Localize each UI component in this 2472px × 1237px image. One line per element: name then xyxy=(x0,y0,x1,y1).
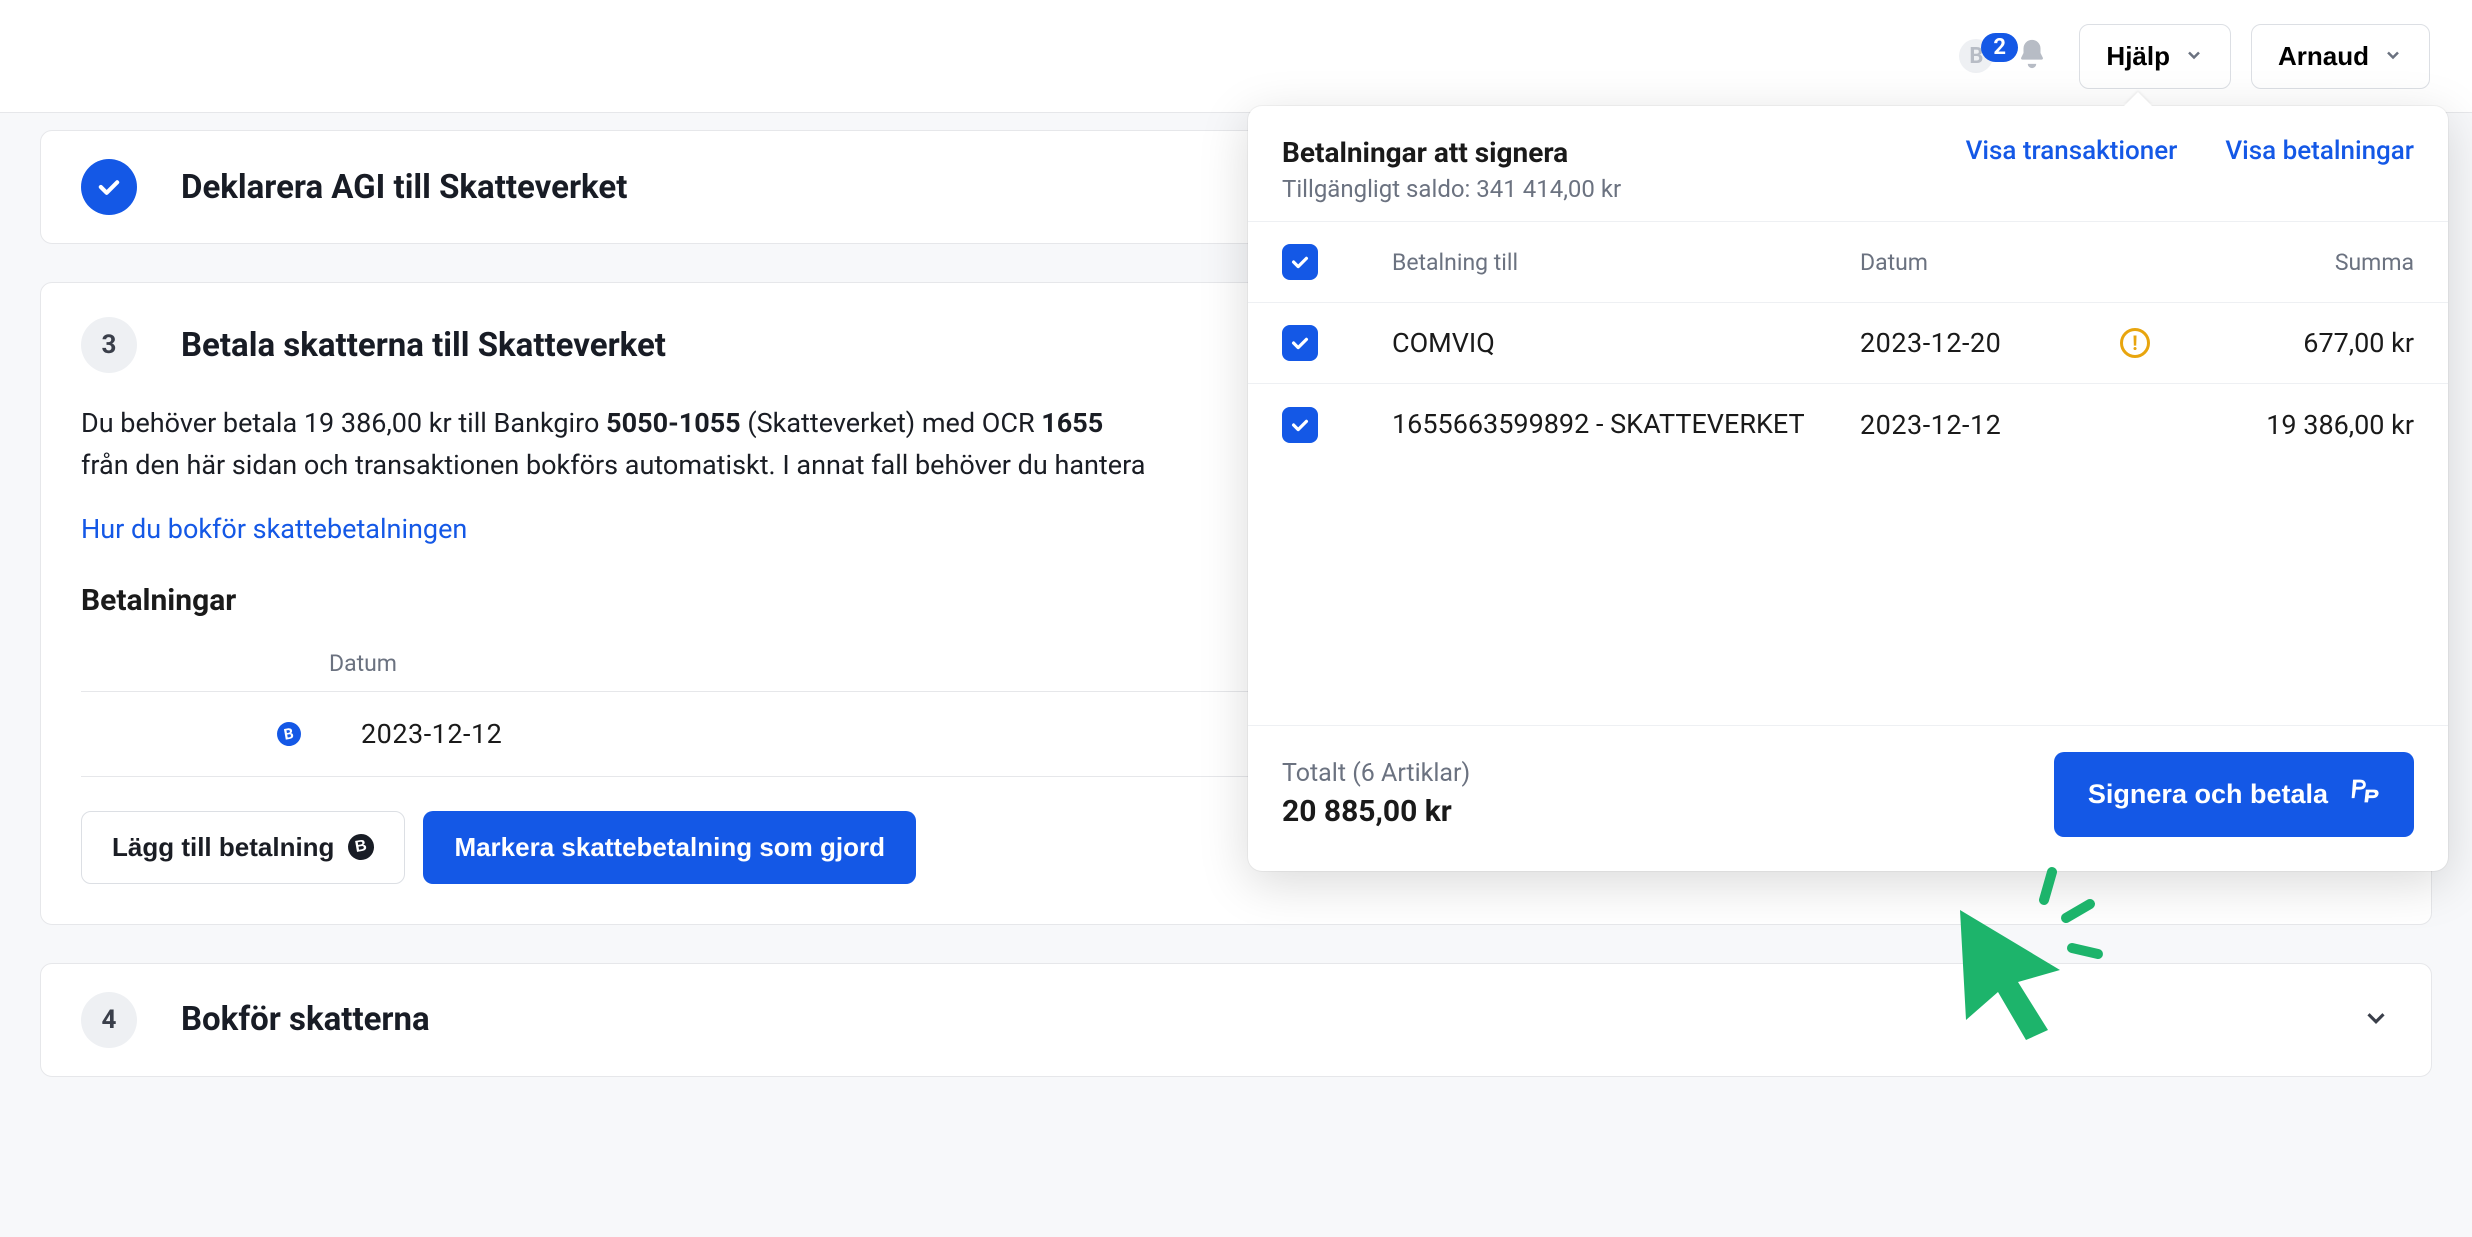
body-prefix: Du behöver betala 19 386,00 kr till Bank… xyxy=(81,407,606,439)
bank-icon: B xyxy=(346,832,376,862)
bell-icon[interactable] xyxy=(2015,37,2049,75)
step-card-4[interactable]: 4 Bokför skatterna xyxy=(40,963,2432,1077)
chevron-down-icon xyxy=(2184,41,2204,72)
popover-caret xyxy=(2124,92,2152,106)
mark-done-button[interactable]: Markera skattebetalning som gjord xyxy=(423,811,916,884)
payments-popover: Betalningar att signera Tillgängligt sal… xyxy=(1248,106,2448,871)
step-title: Bokför skatterna xyxy=(181,1000,430,1039)
select-all-checkbox[interactable] xyxy=(1282,244,1392,280)
body-mid: (Skatteverket) med OCR xyxy=(741,407,1042,439)
help-button[interactable]: Hjälp xyxy=(2079,24,2231,89)
chevron-down-icon xyxy=(2361,1003,2391,1037)
popover-header: Betalningar att signera Tillgängligt sal… xyxy=(1248,106,2448,221)
check-icon xyxy=(81,159,137,215)
view-payments-link[interactable]: Visa betalningar xyxy=(2225,136,2414,166)
popover-balance: Tillgängligt saldo: 341 414,00 kr xyxy=(1282,175,1621,203)
bankgiro-number: 5050-1055 xyxy=(606,407,741,439)
payment-date: 2023-12-12 xyxy=(361,718,502,750)
popover-links: Visa transaktioner Visa betalningar xyxy=(1966,136,2414,166)
step-number-badge: 4 xyxy=(81,992,137,1048)
step-title: Deklarera AGI till Skatteverket xyxy=(181,168,627,207)
total-label: Totalt (6 Artiklar) xyxy=(1282,759,1470,788)
bankid-icon xyxy=(2346,774,2380,815)
payment-sum: 19 386,00 kr xyxy=(2184,409,2414,441)
total-block: Totalt (6 Artiklar) 20 885,00 kr xyxy=(1282,759,1470,829)
popover-footer: Totalt (6 Artiklar) 20 885,00 kr Signera… xyxy=(1248,725,2448,871)
sign-and-pay-button[interactable]: Signera och betala xyxy=(2054,752,2414,837)
payment-date: 2023-12-20 xyxy=(1860,327,2120,359)
bank-icon: B xyxy=(275,720,303,748)
check-icon xyxy=(1282,244,1318,280)
popover-title-block: Betalningar att signera Tillgängligt sal… xyxy=(1282,136,1621,203)
check-icon xyxy=(1282,325,1318,361)
add-payment-label: Lägg till betalning xyxy=(112,832,334,863)
step-number-badge: 3 xyxy=(81,317,137,373)
payment-row[interactable]: 1655663599892 - SKATTEVERKET 2023-12-12 … xyxy=(1248,383,2448,464)
row-checkbox[interactable] xyxy=(1282,407,1392,443)
view-transactions-link[interactable]: Visa transaktioner xyxy=(1966,136,2178,166)
payment-date: 2023-12-12 xyxy=(1860,409,2120,441)
popover-spacer xyxy=(1248,465,2448,725)
col-sum-label: Summa xyxy=(2184,249,2414,276)
chevron-down-icon xyxy=(2383,41,2403,72)
popover-title: Betalningar att signera xyxy=(1282,136,1621,169)
ocr-number: 1655 xyxy=(1041,407,1103,439)
popover-table-head: Betalning till Datum Summa xyxy=(1248,221,2448,302)
help-link[interactable]: Hur du bokför skattebetalningen xyxy=(81,513,467,545)
step-title: Betala skatterna till Skatteverket xyxy=(181,326,666,365)
warning-icon: ! xyxy=(2120,328,2184,358)
payee-name: 1655663599892 - SKATTEVERKET xyxy=(1392,406,1860,442)
payment-sum: 677,00 kr xyxy=(2184,327,2414,359)
sign-label: Signera och betala xyxy=(2088,779,2328,810)
user-name-label: Arnaud xyxy=(2278,41,2369,72)
user-menu-button[interactable]: Arnaud xyxy=(2251,24,2430,89)
help-label: Hjälp xyxy=(2106,41,2170,72)
step-header: 4 Bokför skatterna xyxy=(81,992,2391,1048)
row-checkbox[interactable] xyxy=(1282,325,1392,361)
col-date-label: Datum xyxy=(1860,249,2120,276)
total-value: 20 885,00 kr xyxy=(1282,794,1470,829)
header-icon-group: B 2 xyxy=(1959,37,2049,75)
mark-done-label: Markera skattebetalning som gjord xyxy=(454,832,885,863)
add-payment-button[interactable]: Lägg till betalning B xyxy=(81,811,405,884)
body-line2: från den här sidan och transaktionen bok… xyxy=(81,449,1145,481)
payee-name: COMVIQ xyxy=(1392,325,1860,361)
top-header: B 2 Hjälp Arnaud xyxy=(0,0,2472,113)
payments-count-badge: 2 xyxy=(1981,33,2018,62)
col-payee-label: Betalning till xyxy=(1392,249,1860,276)
payments-indicator[interactable]: B 2 xyxy=(1959,39,1993,73)
check-icon xyxy=(1282,407,1318,443)
payment-row[interactable]: COMVIQ 2023-12-20 ! 677,00 kr xyxy=(1248,302,2448,383)
